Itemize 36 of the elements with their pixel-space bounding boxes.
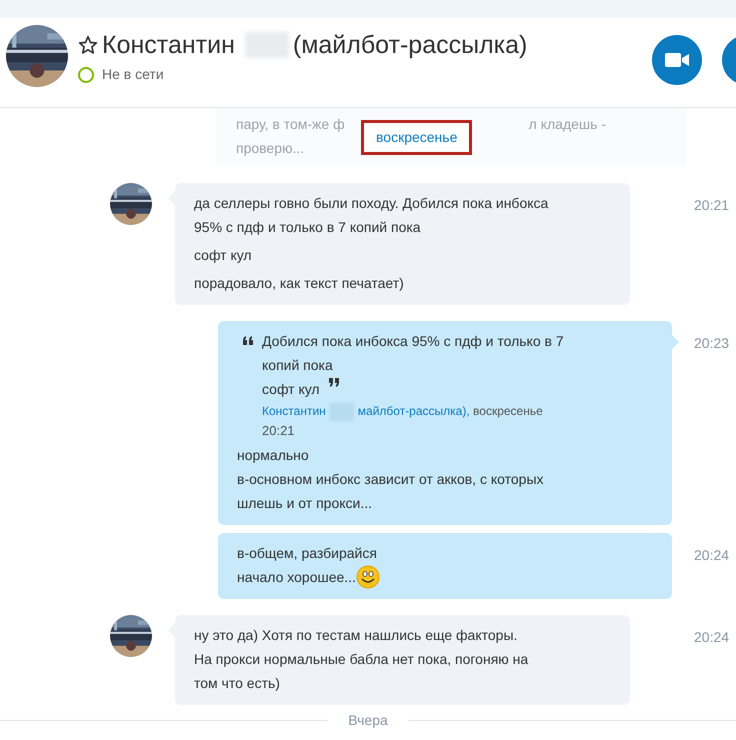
message-text: порадовало, как текст печатает) xyxy=(194,274,404,293)
message-text: ну это да) Хотя по тестам нашлись еще факторы. xyxy=(194,626,518,645)
day-divider-label: воскресенье xyxy=(361,120,472,155)
message-text: в-основном инбокс зависит от акков, с которых xyxy=(237,470,544,489)
message-text: проверю... xyxy=(236,140,304,156)
message-time: 20:21 xyxy=(694,196,730,215)
quote-mark-icon xyxy=(328,377,340,387)
favorite-star-icon[interactable] xyxy=(78,35,98,55)
message-text: начало хорошее... xyxy=(237,568,356,587)
video-camera-icon xyxy=(665,53,689,67)
quote-mark-icon xyxy=(242,336,254,346)
quote-date: воскресенье xyxy=(473,404,543,418)
message-text: пару, в том-же ф xyxy=(236,115,345,134)
contact-name: (майлбот-рассылка) xyxy=(292,30,528,60)
message-time: 20:24 xyxy=(694,628,730,647)
message-text: в-общем, разбирайся xyxy=(237,544,377,563)
message-text: л кладешь - xyxy=(528,115,606,134)
message-text: На прокси нормальные бабла нет пока, погоняю на xyxy=(194,650,528,669)
message-text: нормально xyxy=(237,446,309,465)
contact-name: Константин xyxy=(102,30,235,60)
quote-time: 20:21 xyxy=(262,422,296,440)
message-time: 20:23 xyxy=(694,334,730,353)
message-time: 20:24 xyxy=(694,546,730,565)
day-divider-label: Вчера xyxy=(347,711,389,729)
message-text: 95% с пдф и только в 7 копий пока xyxy=(194,218,421,237)
video-call-button[interactable] xyxy=(652,35,702,85)
quoted-text: Добился пока инбокса 95% с пдф и только в 7 xyxy=(262,332,564,351)
quote-author-link[interactable]: майлбот-рассылка), xyxy=(358,404,470,418)
quoted-text: софт кул xyxy=(262,380,320,399)
quote-author-link[interactable]: Константин xyxy=(262,404,326,418)
message-text: том что есть) xyxy=(194,674,280,693)
message-text: шлешь и от прокси... xyxy=(237,494,372,513)
message-text: софт кул xyxy=(194,246,252,265)
status-text: Не в сети xyxy=(102,65,164,84)
quoted-text: копий пока xyxy=(262,356,333,375)
message-text: да селлеры говно были походу. Добился пока инбокса xyxy=(194,194,548,213)
